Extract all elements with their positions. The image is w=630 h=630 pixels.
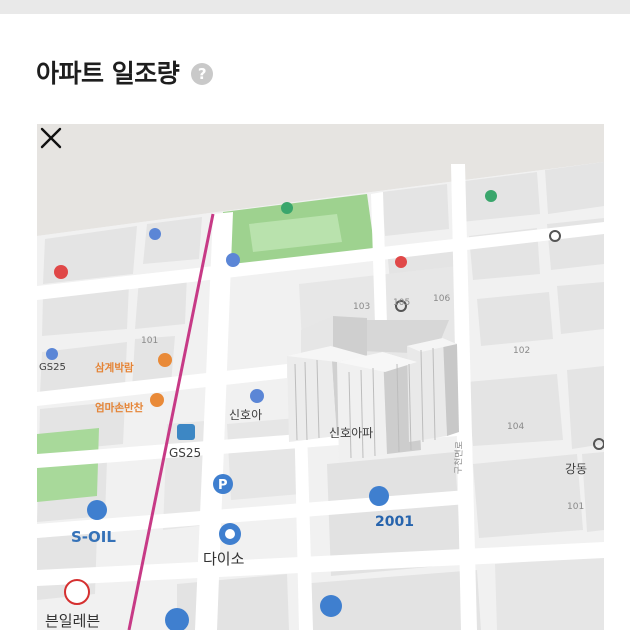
landmark-marker-icon-2	[395, 256, 407, 268]
close-icon[interactable]	[37, 124, 65, 152]
building-101b-label: 101	[567, 502, 585, 512]
building-102-label: 102	[513, 346, 531, 356]
store-2001-icon	[369, 486, 389, 506]
store-label-2: 엄마손반찬	[95, 402, 144, 414]
top-divider-bar	[0, 0, 630, 14]
restaurant-marker-icon-2	[150, 393, 164, 407]
s-oil-label: S-OIL	[71, 528, 116, 546]
label-2001: 2001	[375, 514, 414, 530]
landmark-marker-icon	[54, 265, 68, 279]
gs25-left-label: GS25	[39, 362, 66, 373]
help-glyph: ?	[197, 64, 207, 83]
bottom-marker-icon	[320, 595, 342, 617]
park-marker-icon	[281, 202, 293, 214]
left-edge-marker-icon	[46, 348, 58, 360]
building-103-label: 103	[353, 302, 371, 312]
poi-marker-icon	[226, 253, 240, 267]
building-104-label: 104	[507, 422, 525, 432]
gs25-icon	[177, 424, 195, 440]
section-header: 아파트 일조량 ?	[36, 52, 214, 92]
gas-station-icon	[87, 500, 107, 520]
gs25-label: GS25	[169, 446, 202, 460]
restaurant-marker-icon	[158, 353, 172, 367]
road-label: 구천면로	[453, 440, 466, 475]
gangdong-label: 강동	[565, 462, 588, 476]
office-marker-icon	[250, 389, 264, 403]
building-106-label: 106	[433, 294, 451, 304]
seven-eleven-label: 븐일레븐	[45, 612, 101, 630]
daiso-label: 다이소	[203, 550, 245, 568]
seven-eleven-icon	[64, 579, 90, 605]
section-title: 아파트 일조량	[36, 59, 180, 88]
block-bottom-right	[495, 556, 604, 630]
building-101-label: 101	[141, 336, 159, 346]
sunlight-3d-map[interactable]: P 삼계박람 엄마손반찬 신호아 GS25 GS25 S-OIL 다이소 200…	[37, 124, 604, 630]
map-canvas: P	[37, 124, 604, 630]
sinho-apartment-label: 신호아파	[329, 426, 374, 440]
building-105-label: 105	[393, 298, 411, 308]
poi-marker-icon-2	[149, 228, 161, 240]
svg-text:P: P	[218, 478, 228, 493]
green-marker-icon	[485, 190, 497, 202]
office-label: 신호아	[229, 408, 263, 422]
store-label-1: 삼계박람	[95, 362, 134, 374]
question-circle-icon[interactable]: ?	[191, 63, 214, 85]
